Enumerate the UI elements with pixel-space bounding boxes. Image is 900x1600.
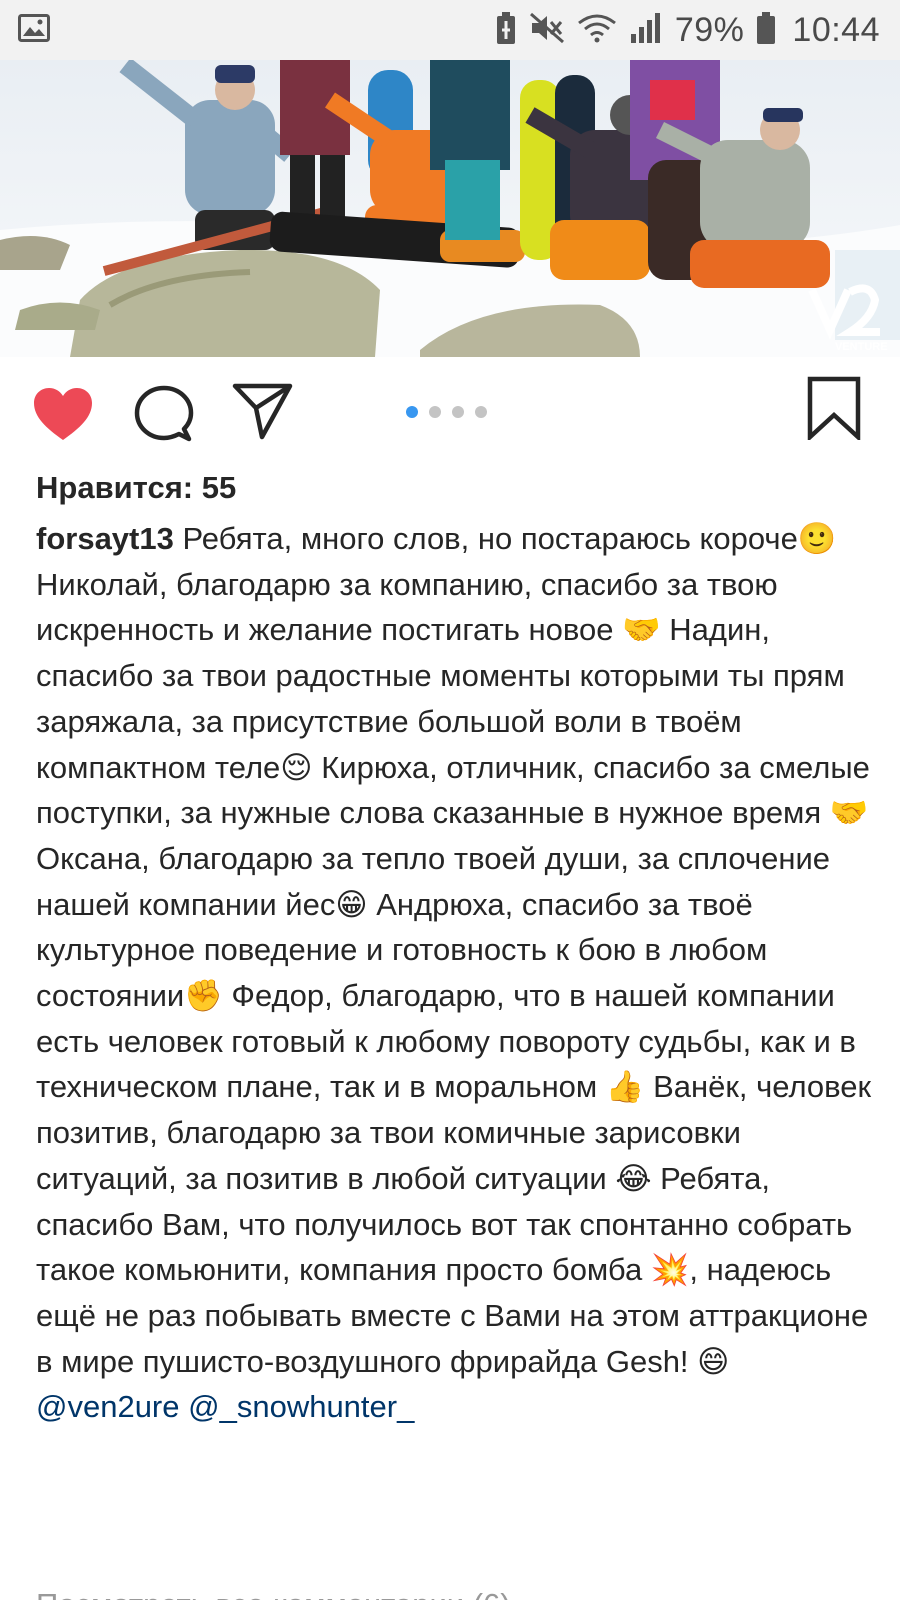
svg-text:VENTURE: VENTURE [835, 341, 888, 353]
carousel-dot [406, 406, 418, 418]
carousel-dot [452, 406, 464, 418]
send-icon[interactable] [232, 380, 294, 447]
bookmark-icon[interactable] [807, 376, 861, 445]
wifi-icon [577, 13, 617, 48]
status-bar: 79% 10:44 [0, 0, 900, 60]
caption-username[interactable]: forsayt13 [36, 521, 174, 556]
post-action-bar [0, 372, 900, 454]
caption-text: Ребята, много слов, но постараюсь короче… [36, 521, 872, 1379]
comment-icon[interactable] [134, 384, 194, 449]
battery-percent: 79% [674, 10, 745, 49]
signal-icon [629, 12, 663, 49]
battery-icon [756, 11, 776, 50]
carousel-indicator [406, 406, 487, 418]
mute-icon [529, 12, 565, 49]
battery-saver-icon [495, 11, 517, 50]
post-caption: forsayt13 Ребята, много слов, но постара… [36, 516, 876, 1430]
heart-filled-icon[interactable] [32, 386, 94, 447]
carousel-dot [429, 406, 441, 418]
post-image[interactable]: VENTURE [0, 60, 900, 357]
mention-link[interactable]: @ven2ure [36, 1389, 180, 1424]
likes-count[interactable]: Нравится: 55 [36, 470, 236, 506]
clock: 10:44 [792, 10, 880, 49]
view-comments-label: Посмотреть все комментарии (6) [36, 1582, 596, 1600]
gallery-icon [18, 13, 50, 47]
view-comments-link[interactable]: Посмотреть все комментарии (6) [36, 1582, 596, 1600]
mention-link[interactable]: @_snowhunter_ [188, 1389, 414, 1424]
carousel-dot [475, 406, 487, 418]
